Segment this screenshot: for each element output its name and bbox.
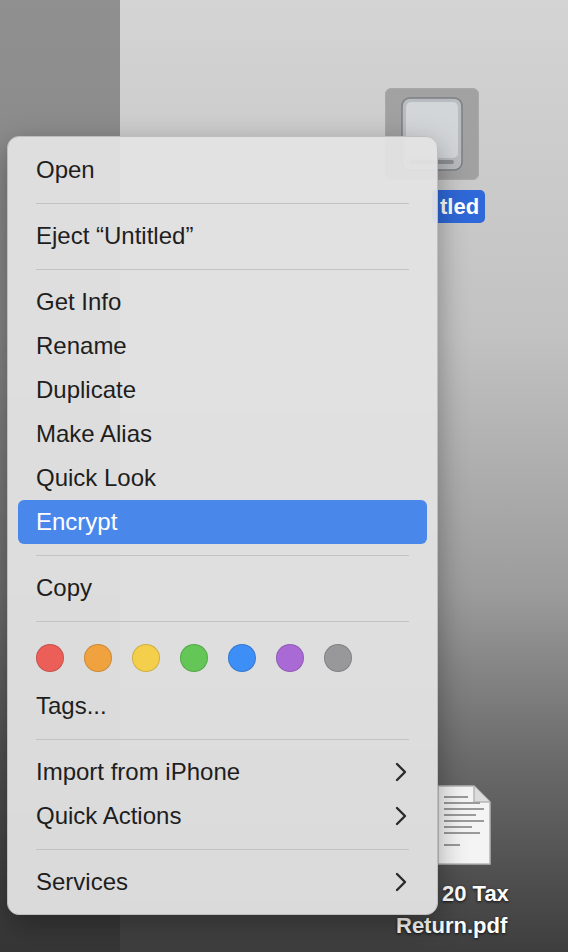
menu-separator bbox=[8, 610, 437, 632]
menu-item[interactable]: Tags... bbox=[18, 684, 427, 728]
menu-item[interactable]: Get Info bbox=[18, 280, 427, 324]
menu-item-label: Rename bbox=[36, 332, 127, 360]
menu-separator bbox=[8, 544, 437, 566]
menu-item-label: Get Info bbox=[36, 288, 121, 316]
chevron-right-icon bbox=[395, 872, 407, 892]
menu-item-label: Make Alias bbox=[36, 420, 152, 448]
menu-item[interactable]: Copy bbox=[18, 566, 427, 610]
context-menu: Open Eject “Untitled” Get Info Rename Duplic… bbox=[7, 136, 438, 915]
menu-separator bbox=[8, 838, 437, 860]
menu-item-label: Import from iPhone bbox=[36, 758, 240, 786]
chevron-right-icon bbox=[395, 806, 407, 826]
menu-item-label: Eject “Untitled” bbox=[36, 222, 193, 250]
menu-item[interactable]: Open bbox=[18, 148, 427, 192]
menu-item-label: Copy bbox=[36, 574, 92, 602]
menu-item[interactable]: Eject “Untitled” bbox=[18, 214, 427, 258]
menu-separator bbox=[8, 728, 437, 750]
menu-separator bbox=[8, 258, 437, 280]
tag-color-dot[interactable] bbox=[180, 644, 208, 672]
menu-item[interactable]: Services bbox=[18, 860, 427, 904]
drive-label[interactable]: tled bbox=[432, 190, 485, 223]
menu-item[interactable]: Encrypt bbox=[18, 500, 427, 544]
menu-item-label: Quick Look bbox=[36, 464, 156, 492]
chevron-right-icon bbox=[395, 762, 407, 782]
menu-item-label: Open bbox=[36, 156, 95, 184]
pdf-label-line[interactable]: Return.pdf bbox=[396, 912, 507, 940]
menu-item-label: Services bbox=[36, 868, 128, 896]
tag-colors bbox=[8, 632, 437, 684]
pdf-file-icon[interactable] bbox=[436, 784, 492, 866]
tag-color-dot[interactable] bbox=[36, 644, 64, 672]
tag-color-dot[interactable] bbox=[276, 644, 304, 672]
menu-item[interactable]: Rename bbox=[18, 324, 427, 368]
menu-item[interactable]: Quick Look bbox=[18, 456, 427, 500]
pdf-label-line[interactable]: 20 Tax bbox=[442, 880, 509, 908]
menu-separator bbox=[8, 192, 437, 214]
menu-item-label: Encrypt bbox=[36, 508, 117, 536]
menu-item[interactable]: Import from iPhone bbox=[18, 750, 427, 794]
tag-color-dot[interactable] bbox=[228, 644, 256, 672]
menu-item-label: Duplicate bbox=[36, 376, 136, 404]
tag-color-dot[interactable] bbox=[324, 644, 352, 672]
menu-item[interactable]: Duplicate bbox=[18, 368, 427, 412]
menu-item[interactable]: Make Alias bbox=[18, 412, 427, 456]
menu-item-label: Tags... bbox=[36, 692, 107, 720]
desktop: tled 20 Tax Return.pdf Open Eject “Untitled”… bbox=[0, 0, 568, 952]
menu-item[interactable]: Quick Actions bbox=[18, 794, 427, 838]
tag-color-dot[interactable] bbox=[132, 644, 160, 672]
menu-item-label: Quick Actions bbox=[36, 802, 181, 830]
tag-color-dot[interactable] bbox=[84, 644, 112, 672]
